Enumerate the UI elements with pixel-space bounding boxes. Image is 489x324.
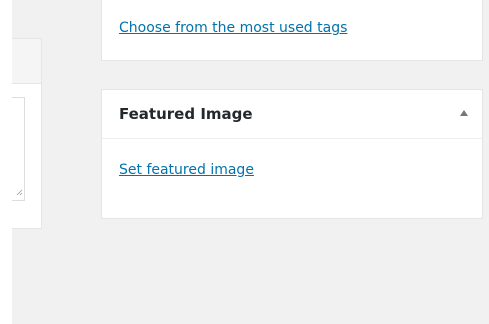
post-editor-panel bbox=[12, 38, 42, 229]
triangle-up-icon[interactable] bbox=[460, 110, 468, 116]
post-content-textarea[interactable] bbox=[12, 97, 25, 201]
resize-handle-icon[interactable] bbox=[16, 189, 23, 196]
featured-image-header[interactable]: Featured Image bbox=[102, 90, 482, 139]
set-featured-image-link[interactable]: Set featured image bbox=[119, 162, 254, 178]
tags-box: Choose from the most used tags bbox=[101, 0, 483, 61]
featured-image-box: Featured Image Set featured image bbox=[101, 89, 483, 219]
admin-content-area: Choose from the most used tags Featured … bbox=[12, 0, 489, 324]
editor-toolbar bbox=[12, 39, 41, 84]
featured-image-title: Featured Image bbox=[119, 105, 253, 123]
choose-most-used-tags-link[interactable]: Choose from the most used tags bbox=[119, 20, 347, 36]
